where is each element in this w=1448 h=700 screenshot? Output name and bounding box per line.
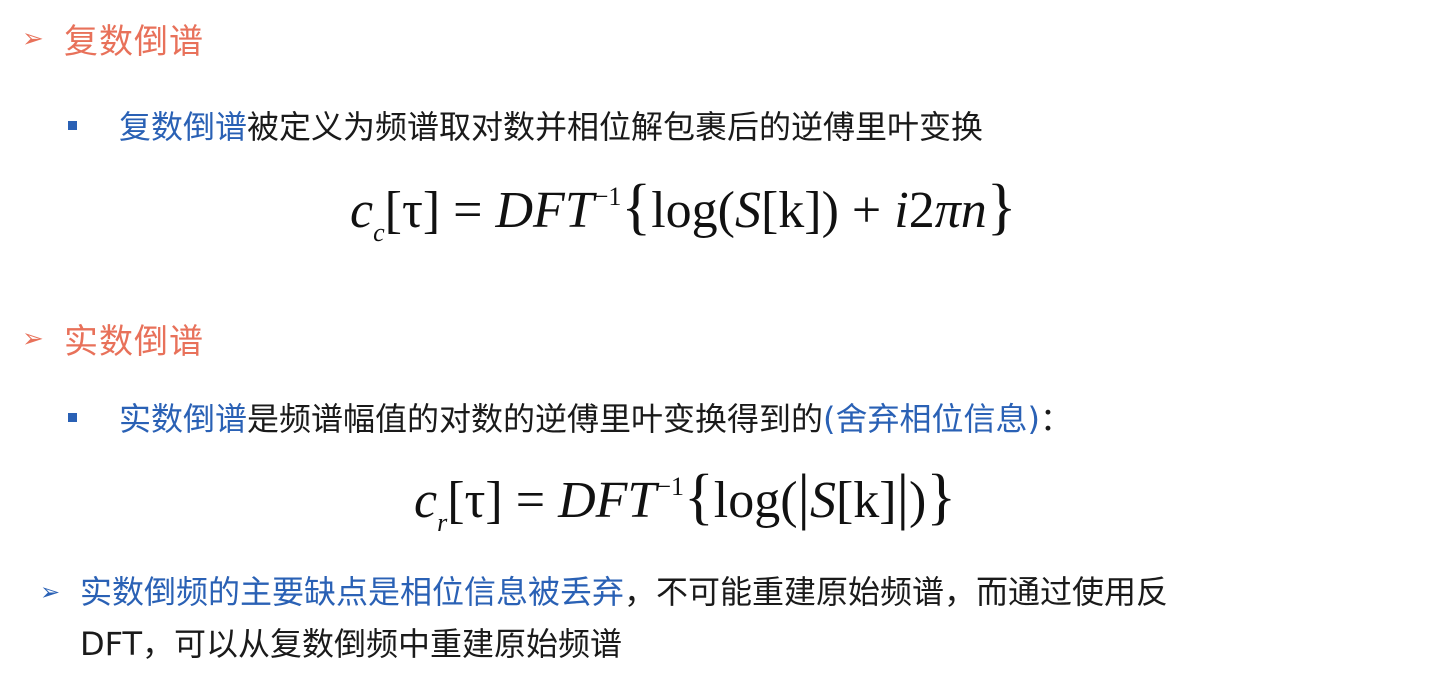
formula-pin: πn <box>934 182 987 239</box>
formula-lhs-subscript: r <box>437 508 448 537</box>
formula-abs-close: | <box>896 463 910 531</box>
formula-tau: [τ] = <box>384 182 496 239</box>
formula-operator: DFT <box>558 472 657 529</box>
formula-two: 2 <box>908 182 935 239</box>
bullet-parenthetical: (舍弃相位信息) <box>823 400 1041 438</box>
formula-s: S <box>734 182 761 239</box>
note-real-cepstrum-drawback: ➢ 实数倒频的主要缺点是相位信息被丢弃 ，不可能重建原始频谱，而通过使用反 DF… <box>40 566 1168 670</box>
formula-k: [k] <box>835 472 897 529</box>
formula-open-brace: { <box>684 463 714 531</box>
formula-tau: [τ] = <box>447 472 559 529</box>
square-bullet-icon <box>68 412 77 422</box>
bullet-complex-cepstrum-definition: 复数倒谱 被定义为频谱取对数并相位解包裹后的逆傅里叶变换 <box>68 102 983 148</box>
formula-superscript: −1 <box>656 472 684 501</box>
bullet-term: 实数倒谱 <box>119 400 248 438</box>
arrowhead-right-icon: ➢ <box>22 23 44 54</box>
note-text-continued: DFT，可以从复数倒频中重建原始频谱 <box>80 625 623 663</box>
bullet-term: 复数倒谱 <box>119 108 248 146</box>
formula-log: log( <box>651 182 735 239</box>
section-header-complex-cepstrum: ➢ 复数倒谱 <box>22 14 204 63</box>
formula-s: S <box>809 472 836 529</box>
section-title: 复数倒谱 <box>64 22 204 62</box>
note-line-2: DFT，可以从复数倒频中重建原始频谱 <box>40 618 1168 670</box>
bullet-text: 被定义为频谱取对数并相位解包裹后的逆傅里叶变换 <box>247 108 984 146</box>
formula-abs-open: | <box>797 463 810 531</box>
section-title: 实数倒谱 <box>64 322 204 362</box>
formula-superscript: −1 <box>593 182 622 211</box>
formula-close-brace: } <box>926 463 957 531</box>
formula-complex-cepstrum: cc[τ] = DFT−1{log(S[k]) + i2πn} <box>350 172 1017 248</box>
bullet-real-cepstrum-definition: 实数倒谱 是频谱幅值的对数的逆傅里叶变换得到的 (舍弃相位信息) ： <box>68 394 1072 440</box>
formula-i: i <box>894 182 909 239</box>
formula-operator: DFT <box>495 182 594 239</box>
formula-tail: ) <box>909 472 927 529</box>
note-highlight: 实数倒频的主要缺点是相位信息被丢弃 <box>80 573 625 611</box>
formula-tail: ) + <box>821 182 895 239</box>
note-text: ，不可能重建原始频谱，而通过使用反 <box>624 573 1169 611</box>
section-header-real-cepstrum: ➢ 实数倒谱 <box>22 314 204 363</box>
square-bullet-icon <box>68 120 77 130</box>
bullet-colon: ： <box>1040 400 1073 438</box>
note-line-1: ➢ 实数倒频的主要缺点是相位信息被丢弃 ，不可能重建原始频谱，而通过使用反 <box>40 566 1168 618</box>
formula-lhs: c <box>350 182 374 239</box>
formula-log: log( <box>713 472 798 529</box>
formula-lhs: c <box>414 472 438 529</box>
arrowhead-right-icon: ➢ <box>40 578 61 606</box>
arrowhead-right-icon: ➢ <box>22 323 44 354</box>
formula-close-brace: } <box>986 173 1017 241</box>
formula-k: [k] <box>760 182 822 239</box>
formula-open-brace: { <box>621 173 652 241</box>
bullet-text: 是频谱幅值的对数的逆傅里叶变换得到的 <box>247 400 824 438</box>
formula-lhs-subscript: c <box>373 218 385 247</box>
formula-real-cepstrum: cr[τ] = DFT−1{log(|S[k]|)} <box>414 462 956 538</box>
